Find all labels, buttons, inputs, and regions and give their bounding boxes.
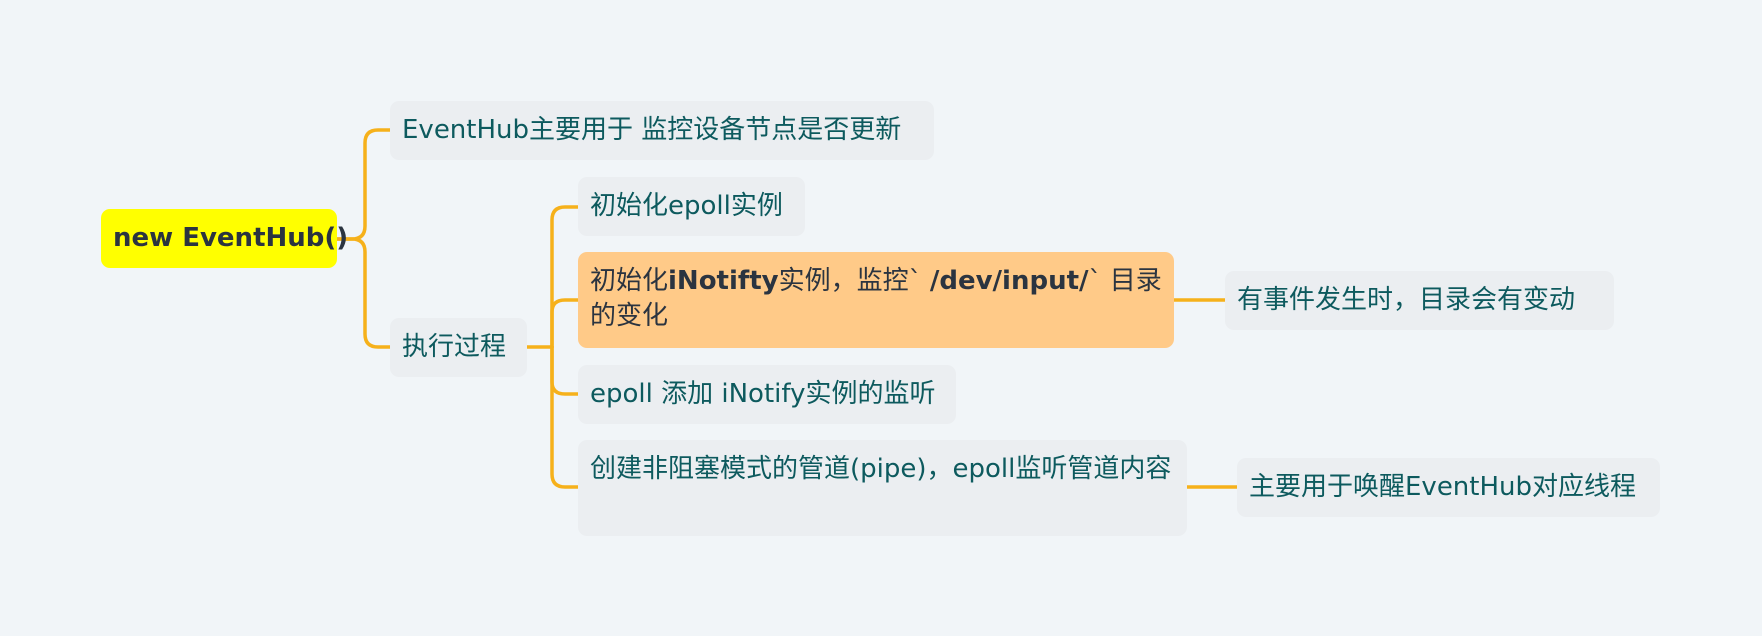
step-init-inotify[interactable]: 初始化iNotifty实例，监控` /dev/input/` 目录的变化 <box>578 252 1174 348</box>
note-inotify-label: 有事件发生时，目录会有变动 <box>1237 285 1576 315</box>
connector-step-2 <box>550 298 580 349</box>
note-inotify[interactable]: 有事件发生时，目录会有变动 <box>1225 271 1614 330</box>
step-init-epoll[interactable]: 初始化epoll实例 <box>578 177 805 236</box>
connector-step-4 <box>550 345 580 489</box>
purpose-node[interactable]: EventHub主要用于 监控设备节点是否更新 <box>390 101 934 160</box>
process-node[interactable]: 执行过程 <box>390 318 527 377</box>
connector-step-1 <box>550 205 580 349</box>
connector-step-3 <box>550 345 580 396</box>
root-node[interactable]: new EventHub() <box>101 209 348 268</box>
step-init-inotify-label: 初始化iNotifty实例，监控` /dev/input/` 目录的变化 <box>590 266 1162 331</box>
root-node-label: new EventHub() <box>113 223 349 253</box>
purpose-node-label: EventHub主要用于 监控设备节点是否更新 <box>402 115 902 145</box>
step-create-pipe-label: 创建非阻塞模式的管道(pipe)，epoll监听管道内容 <box>590 454 1172 484</box>
step-epoll-add[interactable]: epoll 添加 iNotify实例的监听 <box>578 365 956 424</box>
step-init-epoll-label: 初始化epoll实例 <box>590 191 783 221</box>
process-node-label: 执行过程 <box>402 332 507 362</box>
note-pipe-label: 主要用于唤醒EventHub对应线程 <box>1249 472 1637 502</box>
note-pipe[interactable]: 主要用于唤醒EventHub对应线程 <box>1237 458 1660 517</box>
step-create-pipe[interactable]: 创建非阻塞模式的管道(pipe)，epoll监听管道内容 <box>578 440 1187 536</box>
step-epoll-add-label: epoll 添加 iNotify实例的监听 <box>590 379 936 409</box>
